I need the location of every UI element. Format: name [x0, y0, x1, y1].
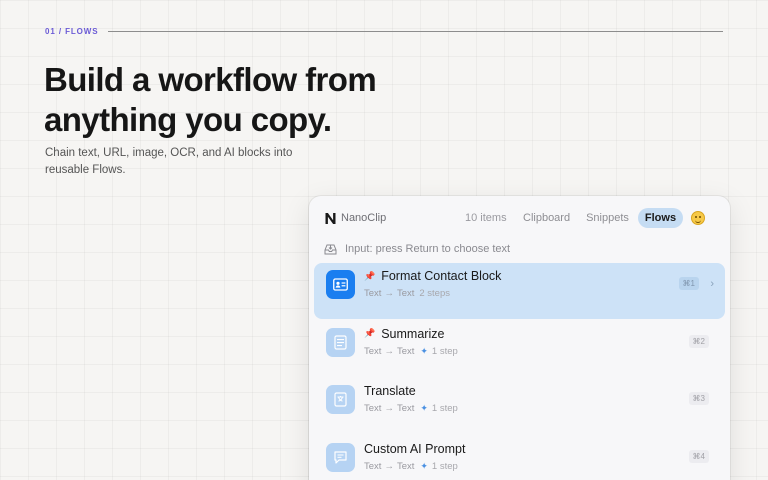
item-count: 10 items — [465, 212, 507, 224]
flow-item-format-contact-block[interactable]: 📌 Format Contact Block Text → Text 2 ste… — [314, 263, 725, 319]
flow-io: Text → Text ✦ 1 step — [364, 403, 458, 414]
pin-icon: 📌 — [364, 328, 376, 338]
flow-title: Custom AI Prompt — [364, 442, 465, 456]
tab-flows[interactable]: Flows — [637, 208, 684, 228]
page-headline: Build a workflow from anything you copy. — [44, 61, 377, 138]
flow-title-text: Summarize — [381, 326, 445, 341]
smiley-emoji-icon[interactable] — [691, 211, 706, 225]
flow-shortcut: ⌘1 — [678, 277, 699, 290]
flow-step-count: 1 step — [431, 460, 458, 472]
translate-doc-icon — [326, 385, 355, 414]
flow-step-count: 1 step — [431, 345, 458, 357]
input-hint: Input: press Return to choose text — [324, 243, 510, 255]
section-eyebrow: 01 / FLOWS — [45, 27, 723, 36]
contact-card-icon — [326, 270, 355, 299]
document-lines-icon — [326, 327, 355, 357]
flow-input-type: Text — [364, 403, 382, 414]
tab-snippets[interactable]: Snippets — [579, 208, 636, 228]
flow-output-type: Text — [396, 460, 415, 472]
flow-io: Text → Text ✦ 1 step — [364, 461, 458, 472]
chat-bubble-icon — [326, 442, 355, 472]
nanoclip-window: NanoClip 10 items Clipboard Snippets Flo… — [309, 196, 730, 480]
flow-item-summarize[interactable]: 📌 Summarize Text → Text ✦ 1 step ⌘2 — [314, 321, 725, 377]
flow-item-custom-ai-prompt[interactable]: Custom AI Prompt Text → Text ✦ 1 step ⌘4 — [314, 436, 725, 480]
ai-sparkle-icon: ✦ — [420, 460, 428, 471]
flow-item-translate[interactable]: Translate Text → Text ✦ 1 step ⌘3 — [314, 378, 725, 434]
ai-sparkle-icon: ✦ — [420, 403, 428, 413]
page-subhead: Chain text, URL, image, OCR, and AI bloc… — [45, 147, 293, 176]
flow-input-type: Text — [364, 345, 382, 357]
inbox-tray-icon — [324, 244, 337, 254]
input-hint-text: Input: press Return to choose text — [345, 243, 511, 255]
flow-title-text: Translate — [364, 384, 416, 398]
flow-step-count: 1 step — [431, 403, 458, 414]
flow-output-type: Text — [396, 403, 415, 414]
flow-title-text: Format Contact Block — [381, 269, 502, 283]
arrow-right-icon: → — [384, 403, 394, 414]
flow-output-type: Text — [396, 288, 415, 299]
chevron-right-icon[interactable]: › — [710, 278, 714, 290]
tab-clipboard[interactable]: Clipboard — [516, 208, 577, 228]
flow-output-type: Text — [396, 345, 415, 357]
flow-shortcut: ⌘4 — [688, 449, 709, 463]
eyebrow-divider — [108, 31, 723, 32]
arrow-right-icon: → — [384, 288, 394, 299]
window-titlebar: NanoClip 10 items Clipboard Snippets Flo… — [309, 196, 730, 240]
arrow-right-icon: → — [384, 460, 394, 472]
flow-step-count: 2 steps — [419, 288, 451, 299]
flow-title: Translate — [364, 384, 416, 398]
ai-sparkle-icon: ✦ — [420, 345, 428, 356]
pin-icon: 📌 — [364, 270, 376, 281]
app-name: NanoClip — [341, 212, 387, 224]
arrow-right-icon: → — [384, 345, 394, 357]
tab-bar: Clipboard Snippets Flows — [516, 208, 706, 228]
flow-io: Text → Text ✦ 1 step — [364, 346, 458, 357]
flow-io: Text → Text 2 steps — [364, 288, 450, 299]
nanoclip-logo-icon — [325, 213, 336, 224]
flow-shortcut: ⌘3 — [688, 392, 709, 405]
flow-title: 📌 Summarize — [364, 327, 444, 341]
flow-title: 📌 Format Contact Block — [364, 269, 501, 283]
flow-input-type: Text — [364, 288, 382, 299]
flow-list: 📌 Format Contact Block Text → Text 2 ste… — [314, 263, 725, 480]
eyebrow-label: 01 / FLOWS — [45, 27, 99, 36]
flow-title-text: Custom AI Prompt — [364, 441, 466, 456]
flow-input-type: Text — [364, 460, 382, 472]
flow-shortcut: ⌘2 — [688, 334, 709, 348]
